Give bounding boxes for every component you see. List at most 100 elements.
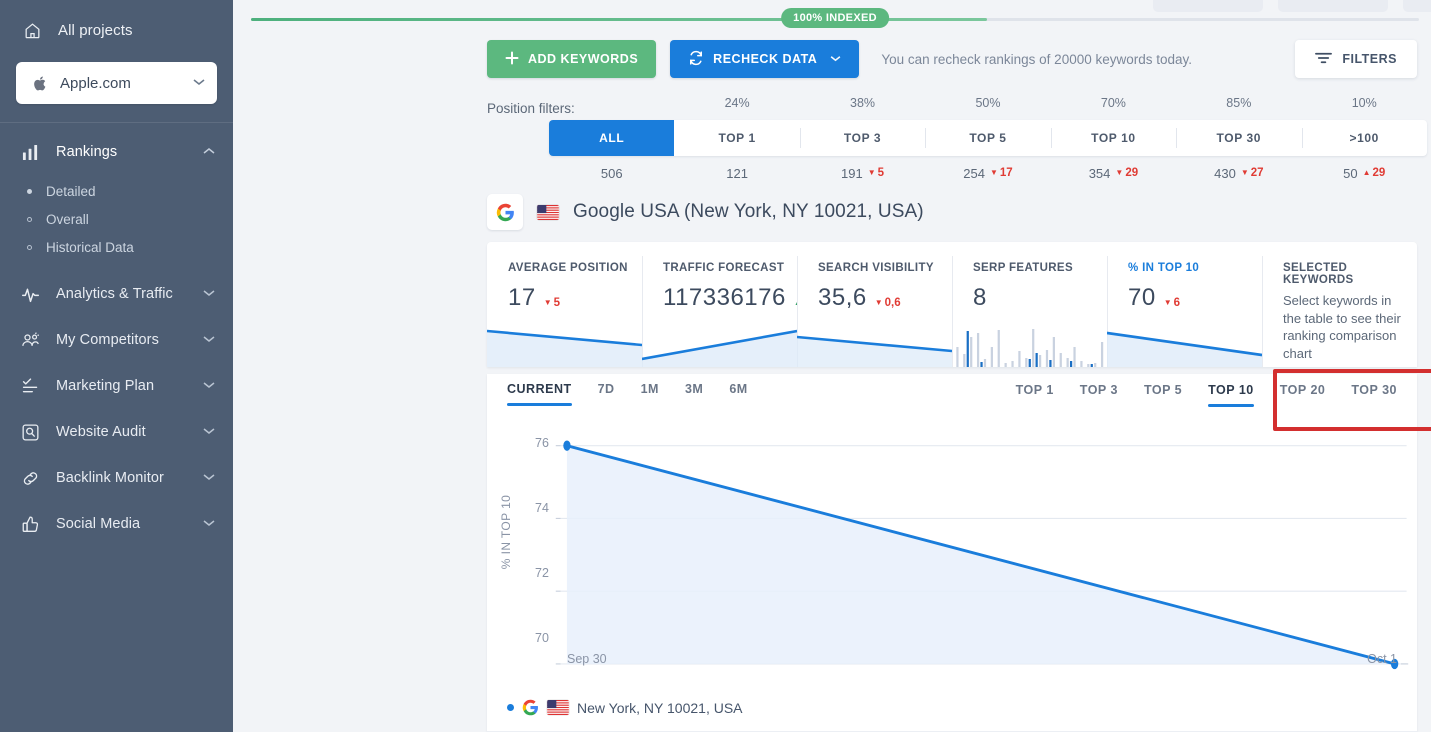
- sidebar-item-detailed[interactable]: Detailed: [0, 177, 233, 205]
- metric-title: TRAFFIC FORECAST: [663, 262, 785, 274]
- chevron-down-icon[interactable]: [203, 473, 215, 484]
- pf-percent: 85%: [1226, 96, 1252, 110]
- metric-card-traffic-forecast[interactable]: TRAFFIC FORECAST 117336176 ▲6413565: [642, 242, 797, 367]
- position-filter-percents: 24% 38% 50% 70% 85% 10%: [549, 96, 1427, 120]
- sidebar-header: All projects Apple.com: [0, 0, 233, 122]
- bar-chart-icon: [20, 142, 40, 162]
- legend-color-dot: [507, 704, 514, 711]
- filters-label: FILTERS: [1342, 52, 1397, 66]
- metric-value: 35,6: [818, 284, 867, 311]
- period-tab-current[interactable]: CURRENT: [507, 382, 572, 406]
- chevron-down-icon[interactable]: [203, 427, 215, 438]
- pf-delta: ▼ 17: [989, 167, 1013, 179]
- top-tab-top3[interactable]: TOP 3: [1080, 383, 1118, 407]
- metric-delta: ▼ 0,6: [874, 297, 901, 309]
- sidebar-item-website-audit[interactable]: Website Audit: [0, 409, 233, 455]
- search-engine-header: Google USA (New York, NY 10021, USA): [487, 194, 924, 230]
- sidebar-subitem-label: Historical Data: [46, 239, 134, 255]
- metric-value-row: 117336176 ▲6413565: [663, 284, 797, 312]
- metric-card-percent-in-top-10[interactable]: % IN TOP 10 70 ▼ 6: [1107, 242, 1262, 367]
- pf-delta: ▼ 5: [867, 167, 885, 179]
- pf-percent: 70%: [1100, 96, 1126, 110]
- chevron-down-icon[interactable]: [203, 289, 215, 300]
- sidebar-item-rankings[interactable]: Rankings: [0, 129, 233, 175]
- thumbs-up-icon: [20, 514, 40, 534]
- indexed-badge: 100% INDEXED: [781, 8, 889, 28]
- sidebar-item-overall[interactable]: Overall: [0, 205, 233, 233]
- ranking-chart-panel: CURRENT 7D 1M 3M 6M TOP 1 TOP 3 TOP 5 TO…: [487, 369, 1431, 732]
- metric-cards: AVERAGE POSITION 17 ▼ 5 TRAFFIC FORECAST …: [487, 242, 1417, 367]
- chevron-down-icon[interactable]: [830, 54, 841, 65]
- recheck-data-button[interactable]: RECHECK DATA: [670, 40, 860, 78]
- metric-card-serp-features[interactable]: SERP FEATURES 8: [952, 242, 1107, 367]
- metric-title: SERP FEATURES: [973, 262, 1073, 274]
- filter-icon: [1315, 51, 1333, 68]
- position-filters: Position filters: 24% 38% 50% 70% 85% 10…: [487, 96, 1427, 181]
- sidebar-item-label: Backlink Monitor: [56, 470, 164, 486]
- position-filter-tab-top3[interactable]: TOP 3: [799, 120, 925, 156]
- period-tab-1m[interactable]: 1M: [641, 382, 659, 406]
- metric-value: 8: [973, 284, 987, 311]
- pf-count-cell: 254 ▼ 17: [925, 162, 1050, 184]
- bullet-icon: [27, 216, 32, 222]
- position-filter-group: 24% 38% 50% 70% 85% 10% ALL TOP 1 TOP 3 …: [549, 96, 1427, 184]
- pf-count-cell: 50 ▲ 29: [1302, 162, 1427, 184]
- selected-keywords-description: Select keywords in the table to see thei…: [1283, 293, 1401, 361]
- apple-icon: [30, 73, 50, 93]
- chevron-up-icon[interactable]: [203, 147, 215, 158]
- chevron-down-icon[interactable]: [203, 335, 215, 346]
- position-filter-tab-top5[interactable]: TOP 5: [925, 120, 1050, 156]
- sparkline-traffic-forecast: [642, 325, 797, 367]
- sidebar-item-historical-data[interactable]: Historical Data: [0, 233, 233, 261]
- sidebar-item-social-media[interactable]: Social Media: [0, 501, 233, 547]
- metric-title: SEARCH VISIBILITY: [818, 262, 934, 274]
- top-tab-top10[interactable]: TOP 10: [1208, 383, 1254, 407]
- position-filter-tab-over100[interactable]: >100: [1301, 120, 1427, 156]
- period-tab-6m[interactable]: 6M: [729, 382, 747, 406]
- period-tab-7d[interactable]: 7D: [598, 382, 615, 406]
- position-filter-tab-top30[interactable]: TOP 30: [1176, 120, 1301, 156]
- recheck-note: You can recheck rankings of 20000 keywor…: [881, 51, 1193, 67]
- position-filter-tab-top1[interactable]: TOP 1: [674, 120, 799, 156]
- metric-value: 117336176: [663, 284, 786, 311]
- pf-percent: 24%: [724, 96, 750, 110]
- pf-count: 191: [841, 165, 863, 181]
- sidebar-item-my-competitors[interactable]: My Competitors: [0, 317, 233, 363]
- metric-value-row: 8: [973, 284, 1107, 312]
- action-toolbar: ADD KEYWORDS RECHECK DATA You can rechec…: [487, 40, 1417, 78]
- sparkline-percent-in-top-10: [1107, 325, 1262, 367]
- top-tab-top5[interactable]: TOP 5: [1144, 383, 1182, 407]
- chevron-down-icon[interactable]: [203, 381, 215, 392]
- sidebar-item-label: Website Audit: [56, 424, 146, 440]
- metric-title: SELECTED KEYWORDS: [1283, 262, 1354, 286]
- sidebar-item-analytics-traffic[interactable]: Analytics & Traffic: [0, 271, 233, 317]
- bullet-icon: [27, 244, 32, 250]
- sidebar-subnav-rankings: Detailed Overall Historical Data: [0, 175, 233, 271]
- sidebar-item-backlink-monitor[interactable]: Backlink Monitor: [0, 455, 233, 501]
- top-tab-top20[interactable]: TOP 20: [1280, 383, 1326, 407]
- pf-delta: ▼ 27: [1240, 167, 1264, 179]
- top-n-tabs: TOP 1 TOP 3 TOP 5 TOP 10 TOP 20 TOP 30: [1016, 383, 1397, 407]
- position-filter-tab-all[interactable]: ALL: [549, 120, 675, 156]
- filters-button[interactable]: FILTERS: [1295, 40, 1417, 78]
- chevron-down-icon[interactable]: [203, 519, 215, 530]
- period-tab-3m[interactable]: 3M: [685, 382, 703, 406]
- project-selector[interactable]: Apple.com: [16, 62, 217, 104]
- top-tab-top30[interactable]: TOP 30: [1351, 383, 1397, 407]
- pf-delta: ▼ 29: [1115, 167, 1139, 179]
- ghost-pill: [1153, 0, 1263, 12]
- add-keywords-button[interactable]: ADD KEYWORDS: [487, 40, 657, 78]
- sidebar-item-all-projects[interactable]: All projects: [16, 14, 217, 46]
- top-tab-top1[interactable]: TOP 1: [1016, 383, 1054, 407]
- sidebar-subitem-label: Overall: [46, 211, 89, 227]
- us-flag-icon: [547, 700, 569, 715]
- metric-card-search-visibility[interactable]: SEARCH VISIBILITY 35,6 ▼ 0,6: [797, 242, 952, 367]
- position-filter-tab-top10[interactable]: TOP 10: [1050, 120, 1176, 156]
- sparkline-average-position: [487, 325, 642, 367]
- sidebar-item-marketing-plan[interactable]: Marketing Plan: [0, 363, 233, 409]
- metric-card-selected-keywords: SELECTED KEYWORDS Select keywords in the…: [1262, 242, 1417, 367]
- chart-legend: New York, NY 10021, USA: [507, 699, 743, 716]
- google-icon: [522, 699, 539, 716]
- metric-title: % IN TOP 10: [1128, 262, 1200, 274]
- metric-card-average-position[interactable]: AVERAGE POSITION 17 ▼ 5: [487, 242, 642, 367]
